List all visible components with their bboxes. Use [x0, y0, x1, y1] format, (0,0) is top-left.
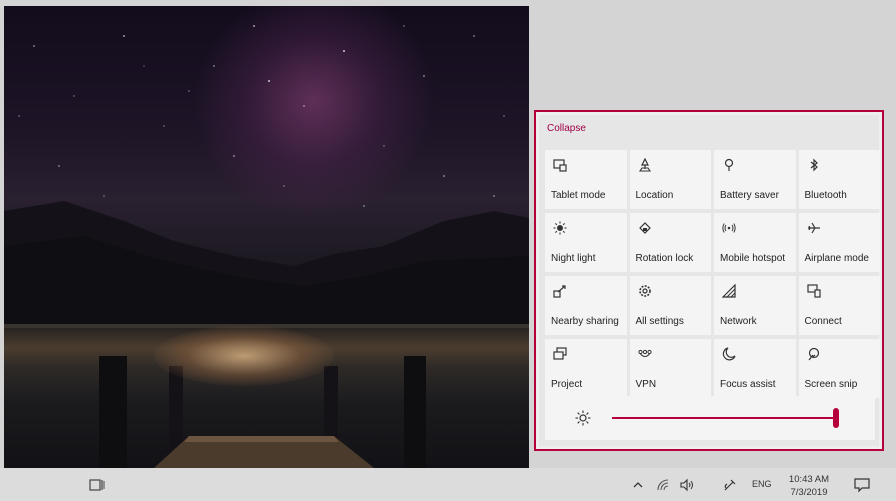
tile-label: Location: [635, 190, 674, 201]
tile-label: Screen snip: [804, 379, 858, 390]
tile-label: Night light: [551, 253, 596, 264]
settings-gear-icon: [638, 284, 652, 298]
desktop-wallpaper: [4, 6, 529, 468]
tile-label: Network: [720, 316, 757, 327]
tile-battery-saver[interactable]: Battery saver: [714, 150, 796, 209]
tile-label: VPN: [635, 379, 657, 390]
tablet-mode-icon: [553, 158, 567, 172]
collapse-link[interactable]: Collapse: [547, 123, 586, 134]
taskbar: ENG 10:43 AM 7/3/2019: [0, 468, 896, 501]
mobile-hotspot-icon: [722, 221, 736, 235]
input-language-indicator[interactable]: ENG: [752, 479, 772, 489]
tile-airplane-mode[interactable]: Airplane mode: [798, 213, 880, 272]
network-icon: [722, 284, 736, 298]
tile-label: Focus assist: [720, 379, 776, 390]
tile-project[interactable]: Project: [545, 339, 627, 398]
tile-label: Mobile hotspot: [720, 253, 786, 264]
wallpaper-landscape: [4, 25, 529, 468]
task-view-button[interactable]: [88, 476, 106, 494]
tile-label: Connect: [804, 316, 842, 327]
action-center-inner: Collapse Tablet mode Location Battery sa…: [539, 115, 880, 446]
tile-location[interactable]: Location: [629, 150, 711, 209]
vpn-icon: [637, 347, 652, 361]
tile-tablet-mode[interactable]: Tablet mode: [545, 150, 627, 209]
connect-icon: [806, 284, 821, 298]
tile-label: Rotation lock: [635, 253, 694, 264]
airplane-mode-icon: [807, 221, 821, 235]
tile-vpn[interactable]: VPN: [629, 339, 711, 398]
brightness-slider-track[interactable]: [612, 417, 839, 419]
network-tray-icon[interactable]: [655, 477, 671, 493]
focus-assist-icon: [722, 347, 736, 361]
tile-screen-snip[interactable]: Screen snip: [798, 339, 880, 398]
tile-label: Battery saver: [720, 190, 779, 201]
brightness-sun-icon: [575, 410, 591, 426]
taskbar-clock[interactable]: 10:43 AM 7/3/2019: [786, 473, 832, 499]
tile-bluetooth[interactable]: Bluetooth: [798, 150, 880, 209]
project-icon: [553, 347, 567, 361]
tile-label: Bluetooth: [804, 190, 847, 201]
clock-date: 7/3/2019: [790, 487, 828, 498]
desktop: Collapse Tablet mode Location Battery sa…: [0, 0, 896, 501]
show-hidden-icons-chevron-up-icon[interactable]: [630, 477, 646, 493]
battery-saver-icon: [722, 158, 736, 172]
brightness-control: [545, 396, 875, 440]
tile-focus-assist[interactable]: Focus assist: [714, 339, 796, 398]
action-center-panel: Collapse Tablet mode Location Battery sa…: [534, 110, 884, 451]
quick-actions-grid: Tablet mode Location Battery saver Bluet…: [545, 150, 880, 398]
tile-mobile-hotspot[interactable]: Mobile hotspot: [714, 213, 796, 272]
tile-all-settings[interactable]: All settings: [629, 276, 711, 335]
pen-workspace-icon[interactable]: [722, 477, 738, 493]
rotation-lock-icon: [638, 221, 652, 235]
tile-label: Tablet mode: [551, 190, 606, 201]
tile-label: Nearby sharing: [551, 316, 619, 327]
location-icon: [638, 158, 652, 172]
bluetooth-icon: [807, 158, 821, 172]
nearby-sharing-icon: [553, 284, 567, 298]
tile-label: All settings: [635, 316, 684, 327]
tile-night-light[interactable]: Night light: [545, 213, 627, 272]
lake-glow: [154, 326, 334, 386]
tile-nearby-sharing[interactable]: Nearby sharing: [545, 276, 627, 335]
night-light-icon: [553, 221, 567, 235]
volume-icon[interactable]: [679, 477, 695, 493]
clock-time: 10:43 AM: [788, 474, 830, 485]
tile-label: Project: [551, 379, 583, 390]
tile-label: Airplane mode: [804, 253, 869, 264]
tile-rotation-lock[interactable]: Rotation lock: [629, 213, 711, 272]
brightness-slider-thumb[interactable]: [833, 408, 839, 428]
action-center-notification-icon[interactable]: [853, 476, 871, 494]
tile-network[interactable]: Network: [714, 276, 796, 335]
screen-snip-icon: [807, 347, 821, 361]
tile-connect[interactable]: Connect: [798, 276, 880, 335]
